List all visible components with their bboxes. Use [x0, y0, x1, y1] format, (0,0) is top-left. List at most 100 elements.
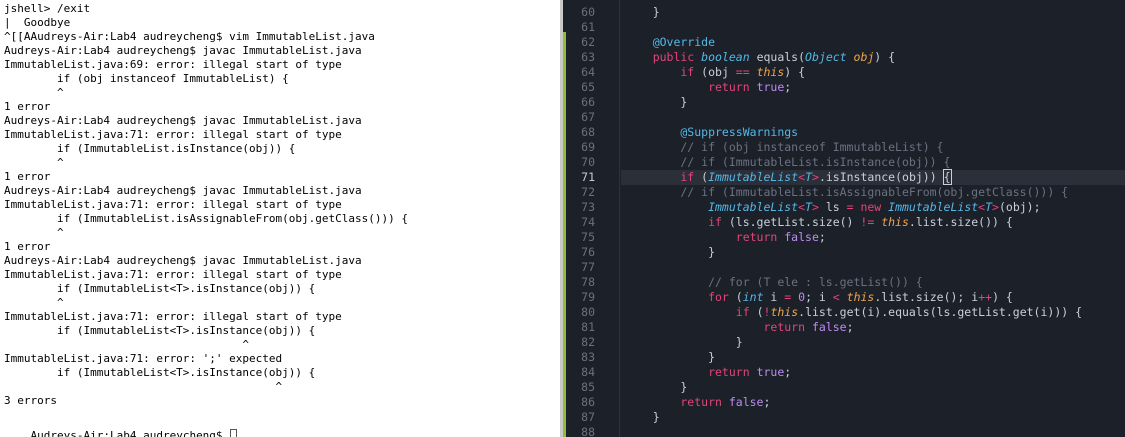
- code-line[interactable]: if (ls.getList.size() != this.list.size(…: [625, 215, 1013, 230]
- code-token: .list.size(); i: [874, 290, 979, 304]
- terminal-line: ^: [4, 296, 64, 309]
- line-number: 74: [581, 215, 595, 229]
- code-token: if: [625, 215, 729, 229]
- code-token: true: [756, 80, 785, 94]
- code-token: @Override: [625, 35, 716, 49]
- line-number: 84: [581, 365, 595, 379]
- line-number: 61: [581, 20, 595, 34]
- code-token: ;: [846, 320, 854, 334]
- code-token: .list.size()) {: [908, 215, 1013, 229]
- code-token: .list.get(i).equals(ls.getList.get(i))) …: [798, 305, 1083, 319]
- code-token: (obj);: [998, 200, 1041, 214]
- code-token: i: [770, 290, 785, 304]
- terminal-line: ImmutableList.java:71: error: illegal st…: [4, 128, 342, 141]
- code-token: .isInstance(obj)): [818, 170, 944, 184]
- code-token: }: [625, 5, 660, 19]
- code-line[interactable]: }: [625, 410, 660, 425]
- code-token: // if (ImmutableList.isAssignableFrom(ob…: [625, 185, 1069, 199]
- line-number: 83: [581, 350, 595, 364]
- code-token: false: [811, 320, 847, 334]
- code-line[interactable]: // for (T ele : ls.getList()) {: [625, 275, 923, 290]
- code-token: (: [756, 305, 764, 319]
- code-line[interactable]: public boolean equals(Object obj) {: [625, 50, 895, 65]
- terminal-line: if (ImmutableList.isInstance(obj)) {: [4, 142, 296, 155]
- code-token: // if (obj instanceof ImmutableList) {: [625, 140, 944, 154]
- code-token: (: [798, 50, 806, 64]
- code-line[interactable]: // if (obj instanceof ImmutableList) {: [625, 140, 944, 155]
- line-number: 79: [581, 290, 595, 304]
- code-token: (ls.getList.size(): [728, 215, 861, 229]
- terminal-line: Audreys-Air:Lab4 audreycheng$ javac Immu…: [4, 254, 362, 267]
- line-number: 86: [581, 395, 595, 409]
- terminal-line: if (ImmutableList<T>.isInstance(obj)) {: [4, 366, 316, 379]
- code-token: if: [625, 170, 702, 184]
- terminal-line: ImmutableList.java:71: error: ';' expect…: [4, 352, 283, 365]
- code-line[interactable]: return false;: [625, 230, 826, 245]
- code-token: if: [625, 305, 757, 319]
- code-token: >: [992, 200, 999, 214]
- code-editor-pane[interactable]: 60 61 62 63 64 65 66 67 68 69 70 71 72 73 74 75 76 77 78 79…: [563, 0, 1125, 437]
- terminal-line: 1 error: [4, 170, 51, 183]
- terminal-line: 1 error: [4, 240, 51, 253]
- code-token: }: [625, 410, 660, 424]
- code-token: boolean: [701, 50, 757, 64]
- code-line[interactable]: for (int i = 0; i < this.list.size(); i+…: [625, 290, 1013, 305]
- line-number: 69: [581, 140, 595, 154]
- code-token: return: [625, 395, 729, 409]
- terminal-line: 3 errors: [4, 394, 57, 407]
- terminal-line: Audreys-Air:Lab4 audreycheng$ javac Immu…: [4, 184, 362, 197]
- terminal-line: if (ImmutableList.isAssignableFrom(obj.g…: [4, 212, 408, 225]
- terminal-pane[interactable]: jshell> /exit | Goodbye ^[[AAudreys-Air:La…: [0, 0, 560, 437]
- code-token: T: [805, 170, 812, 184]
- code-token: false: [784, 230, 819, 244]
- terminal-line: if (obj instanceof ImmutableList) {: [4, 72, 289, 85]
- terminal-line: Audreys-Air:Lab4 audreycheng$ javac Immu…: [4, 44, 362, 57]
- code-token: if: [625, 65, 702, 79]
- terminal-line: ^: [4, 380, 283, 393]
- code-line[interactable]: }: [625, 95, 687, 110]
- code-line[interactable]: }: [625, 350, 715, 365]
- line-number: 64: [581, 65, 595, 79]
- line-number: 67: [581, 110, 595, 124]
- code-line[interactable]: }: [625, 5, 660, 20]
- line-number: 82: [581, 335, 595, 349]
- code-token: ImmutableList: [708, 170, 799, 184]
- terminal-line: ImmutableList.java:71: error: illegal st…: [4, 268, 342, 281]
- code-line[interactable]: // if (ImmutableList.isInstance(obj)) {: [625, 155, 950, 170]
- line-number: 62: [581, 35, 595, 49]
- code-token: int: [742, 290, 771, 304]
- line-number: 80: [581, 305, 595, 319]
- line-number: 76: [581, 245, 595, 259]
- terminal-line: ImmutableList.java:71: error: illegal st…: [4, 198, 342, 211]
- line-number: 77: [581, 260, 595, 274]
- line-number: 72: [581, 185, 595, 199]
- code-token: ;: [818, 230, 826, 244]
- code-token: <: [832, 290, 847, 304]
- code-line[interactable]: // if (ImmutableList.isAssignableFrom(ob…: [625, 185, 1068, 200]
- code-line[interactable]: if (obj == this) {: [625, 65, 805, 80]
- code-token: ; i: [805, 290, 833, 304]
- line-number: 70: [581, 155, 595, 169]
- code-line[interactable]: @SuppressWarnings: [625, 125, 798, 140]
- code-token: }: [625, 335, 743, 349]
- code-line[interactable]: }: [625, 245, 715, 260]
- code-line[interactable]: }: [625, 335, 743, 350]
- line-number-gutter: 60 61 62 63 64 65 66 67 68 69 70 71 72 73 74 75 76 77 78 79…: [563, 0, 621, 437]
- code-token: }: [625, 380, 688, 394]
- code-line[interactable]: @Override: [625, 35, 715, 50]
- terminal-cursor: [230, 429, 238, 437]
- code-line[interactable]: if (ImmutableList<T>.isInstance(obj)) {: [625, 169, 952, 185]
- code-line[interactable]: if (!this.list.get(i).equals(ls.getList.…: [625, 305, 1082, 320]
- line-number: 60: [581, 5, 595, 19]
- code-token: ImmutableList: [625, 200, 799, 214]
- code-line[interactable]: }: [625, 380, 687, 395]
- code-line[interactable]: ImmutableList<T> ls = new ImmutableList<…: [625, 200, 1041, 215]
- code-line[interactable]: return false;: [625, 320, 854, 335]
- code-token: }: [625, 350, 716, 364]
- code-line[interactable]: return false;: [625, 395, 770, 410]
- code-line[interactable]: return true;: [625, 365, 791, 380]
- terminal-line: ^: [4, 338, 250, 351]
- code-token: T: [985, 200, 993, 214]
- terminal-prompt-line[interactable]: Audreys-Air:Lab4 audreycheng$: [4, 415, 238, 437]
- code-line[interactable]: return true;: [625, 80, 791, 95]
